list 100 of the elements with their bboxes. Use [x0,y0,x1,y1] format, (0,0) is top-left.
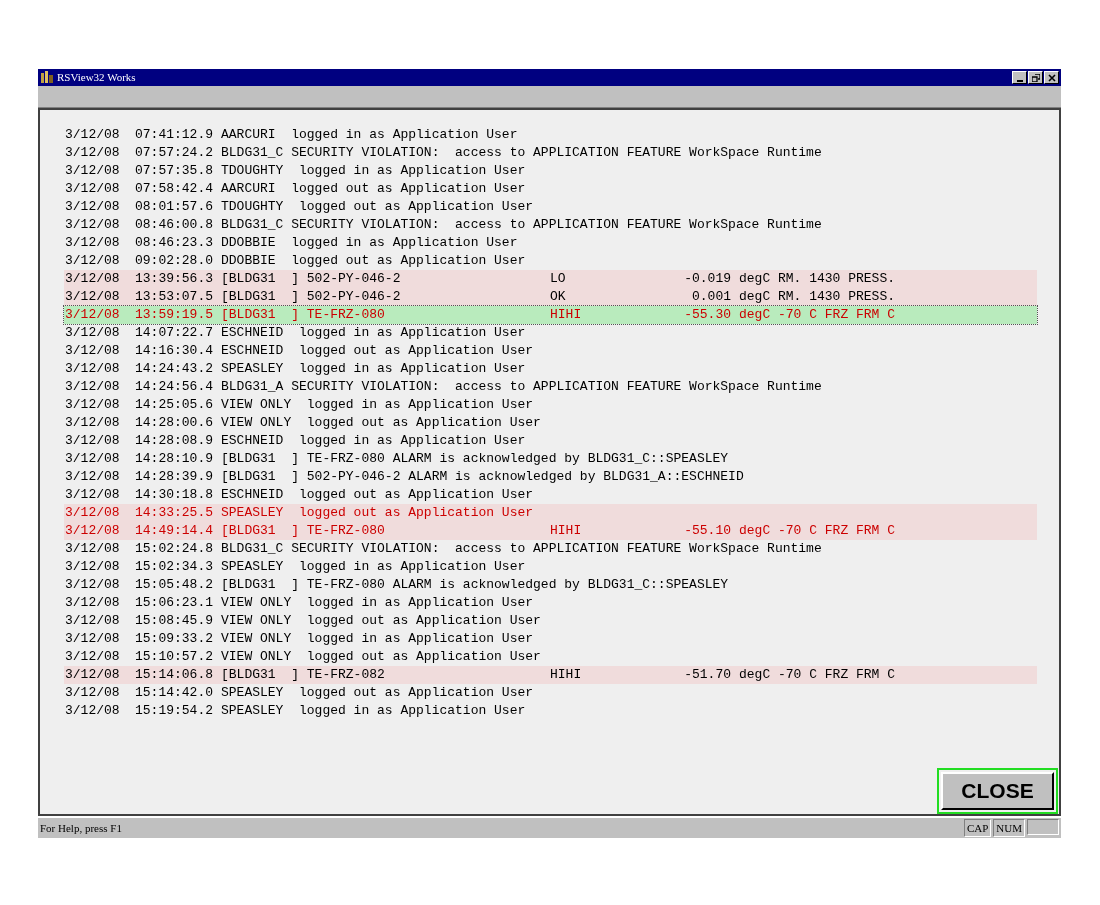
log-time: 08:46:23.3 [135,234,214,253]
log-date: 3/12/08 [64,252,121,271]
log-message: SPEASLEY logged in as Application User [221,558,526,577]
log-message: AARCURI logged in as Application User [221,126,518,145]
log-row[interactable]: 3/12/08 07:57:35.8 TDOUGHTY logged in as Application User [64,162,1037,180]
log-time: 14:25:05.6 [135,396,214,415]
close-icon [1047,73,1056,82]
log-date: 3/12/08 [64,558,121,577]
log-time: 08:01:57.6 [135,198,214,217]
log-date: 3/12/08 [64,522,121,541]
log-row[interactable]: 3/12/08 15:06:23.1 VIEW ONLY logged in as Application User [64,594,1037,612]
log-tag: [BLDG31 ] TE-FRZ-082 [221,665,550,685]
log-date: 3/12/08 [64,702,121,721]
alarm-reading: -55.30 [683,306,731,325]
log-row[interactable]: 3/12/08 08:46:23.3 DDOBBIE logged in as Application User [64,234,1037,252]
log-date: 3/12/08 [64,306,121,325]
log-row[interactable]: 3/12/08 14:16:30.4 ESCHNEID logged out as Application User [64,342,1037,360]
alarm-description: degC -70 C FRZ FRM C [739,306,896,325]
log-date: 3/12/08 [64,126,121,145]
log-time: 15:10:57.2 [135,648,214,667]
log-time: 13:59:19.5 [135,306,214,325]
log-time: 15:02:24.8 [135,540,214,559]
log-time: 08:46:00.8 [135,216,214,235]
log-row[interactable]: 3/12/08 14:33:25.5 SPEASLEY logged out as Application User [64,504,1037,522]
log-message: TDOUGHTY logged in as Application User [221,162,526,181]
log-row[interactable]: 3/12/08 15:14:06.8 [BLDG31 ] TE-FRZ-082 HIHI -51.70 degC -70 C FRZ FRM C [64,666,1037,684]
log-row[interactable]: 3/12/08 14:24:56.4 BLDG31_A SECURITY VIOLATION: access to APPLICATION FEATURE WorkSpace Runtime [64,378,1037,396]
log-row[interactable]: 3/12/08 14:30:18.8 ESCHNEID logged out as Application User [64,486,1037,504]
restore-button[interactable] [1028,71,1043,84]
log-tag: [BLDG31 ] TE-FRZ-080 [221,305,550,325]
log-message: SPEASLEY logged out as Application User [221,504,534,523]
log-row[interactable]: 3/12/08 07:57:24.2 BLDG31_C SECURITY VIOLATION: access to APPLICATION FEATURE WorkSpace Runtime [64,144,1037,162]
log-message: VIEW ONLY logged out as Application User [221,648,541,667]
log-message: VIEW ONLY logged out as Application User [221,414,541,433]
log-date: 3/12/08 [64,360,121,379]
log-row[interactable]: 3/12/08 15:02:34.3 SPEASLEY logged in as Application User [64,558,1037,576]
log-message: SPEASLEY logged in as Application User [221,360,526,379]
log-row[interactable]: 3/12/08 13:53:07.5 [BLDG31 ] 502-PY-046-2 OK 0.001 degC RM. 1430 PRESS. [64,288,1037,306]
log-row[interactable]: 3/12/08 14:25:05.6 VIEW ONLY logged in as Application User [64,396,1037,414]
alarm-state: LO [550,270,567,289]
minimize-button[interactable] [1012,71,1027,84]
window-title: RSView32 Works [57,70,136,86]
log-row[interactable]: 3/12/08 15:02:24.8 BLDG31_C SECURITY VIOLATION: access to APPLICATION FEATURE WorkSpace Runtime [64,540,1037,558]
log-row[interactable]: 3/12/08 14:28:08.9 ESCHNEID logged in as Application User [64,432,1037,450]
log-time: 14:28:00.6 [135,414,214,433]
log-message: DDOBBIE logged in as Application User [221,234,518,253]
log-row[interactable]: 3/12/08 14:07:22.7 ESCHNEID logged in as Application User [64,324,1037,342]
log-row[interactable]: 3/12/08 15:19:54.2 SPEASLEY logged in as Application User [64,702,1037,720]
log-row[interactable]: 3/12/08 14:28:10.9 [BLDG31 ] TE-FRZ-080 ALARM is acknowledged by BLDG31_C::SPEASLEY [64,450,1037,468]
alarm-reading: -55.10 [683,522,731,541]
log-message: DDOBBIE logged out as Application User [221,252,526,271]
log-time: 07:57:35.8 [135,162,214,181]
log-row[interactable]: 3/12/08 08:46:00.8 BLDG31_C SECURITY VIOLATION: access to APPLICATION FEATURE WorkSpace Runtime [64,216,1037,234]
log-date: 3/12/08 [64,504,121,523]
log-row[interactable]: 3/12/08 14:24:43.2 SPEASLEY logged in as Application User [64,360,1037,378]
log-time: 15:19:54.2 [135,702,214,721]
log-row[interactable]: 3/12/08 09:02:28.0 DDOBBIE logged out as Application User [64,252,1037,270]
log-date: 3/12/08 [64,396,121,415]
log-row[interactable]: 3/12/08 14:28:39.9 [BLDG31 ] 502-PY-046-2 ALARM is acknowledged by BLDG31_A::ESCHNEID [64,468,1037,486]
log-message: ESCHNEID logged in as Application User [221,324,526,343]
log-row[interactable]: 3/12/08 13:59:19.5 [BLDG31 ] TE-FRZ-080 HIHI -55.30 degC -70 C FRZ FRM C [64,306,1037,324]
log-row[interactable]: 3/12/08 14:28:00.6 VIEW ONLY logged out as Application User [64,414,1037,432]
log-time: 14:28:10.9 [135,450,214,469]
alarm-reading: -0.019 [683,270,731,289]
log-row[interactable]: 3/12/08 07:41:12.9 AARCURI logged in as Application User [64,126,1037,144]
log-message: BLDG31_C SECURITY VIOLATION: access to APPLICATION FEATURE WorkSpace Runtime [221,144,822,163]
log-time: 13:53:07.5 [135,288,214,307]
log-row[interactable]: 3/12/08 15:08:45.9 VIEW ONLY logged out as Application User [64,612,1037,630]
log-row[interactable]: 3/12/08 08:01:57.6 TDOUGHTY logged out as Application User [64,198,1037,216]
log-row[interactable]: 3/12/08 15:10:57.2 VIEW ONLY logged out as Application User [64,648,1037,666]
log-message: SPEASLEY logged in as Application User [221,702,526,721]
log-tag: [BLDG31 ] 502-PY-046-2 [221,287,550,307]
alarm-state: OK [550,288,567,307]
log-date: 3/12/08 [64,450,121,469]
minimize-icon [1016,79,1023,82]
log-message: BLDG31_A SECURITY VIOLATION: access to APPLICATION FEATURE WorkSpace Runtime [221,378,822,397]
log-row[interactable]: 3/12/08 13:39:56.3 [BLDG31 ] 502-PY-046-2 LO -0.019 degC RM. 1430 PRESS. [64,270,1037,288]
alarm-reading: -51.70 [683,666,731,685]
log-row[interactable]: 3/12/08 15:14:42.0 SPEASLEY logged out as Application User [64,684,1037,702]
log-message: ESCHNEID logged out as Application User [221,486,534,505]
log-time: 14:33:25.5 [135,504,214,523]
alarm-description: degC RM. 1430 PRESS. [739,270,896,289]
log-message: VIEW ONLY logged in as Application User [221,594,534,613]
log-time: 14:24:56.4 [135,378,214,397]
alarm-description: degC -70 C FRZ FRM C [739,666,896,685]
app-icon [40,71,54,84]
log-row[interactable]: 3/12/08 15:05:48.2 [BLDG31 ] TE-FRZ-080 ALARM is acknowledged by BLDG31_C::SPEASLEY [64,576,1037,594]
log-message: [BLDG31 ] TE-FRZ-080 ALARM is acknowledged by BLDG31_C::SPEASLEY [221,576,729,595]
log-message: [BLDG31 ] 502-PY-046-2 ALARM is acknowledged by BLDG31_A::ESCHNEID [221,468,744,487]
log-date: 3/12/08 [64,342,121,361]
close-button[interactable]: CLOSE [941,772,1054,810]
close-button[interactable] [1044,71,1059,84]
log-time: 14:49:14.4 [135,522,214,541]
log-row[interactable]: 3/12/08 14:49:14.4 [BLDG31 ] TE-FRZ-080 HIHI -55.10 degC -70 C FRZ FRM C [64,522,1037,540]
log-row[interactable]: 3/12/08 07:58:42.4 AARCURI logged out as Application User [64,180,1037,198]
log-date: 3/12/08 [64,648,121,667]
log-row[interactable]: 3/12/08 15:09:33.2 VIEW ONLY logged in as Application User [64,630,1037,648]
log-time: 14:28:39.9 [135,468,214,487]
log-date: 3/12/08 [64,234,121,253]
log-date: 3/12/08 [64,486,121,505]
